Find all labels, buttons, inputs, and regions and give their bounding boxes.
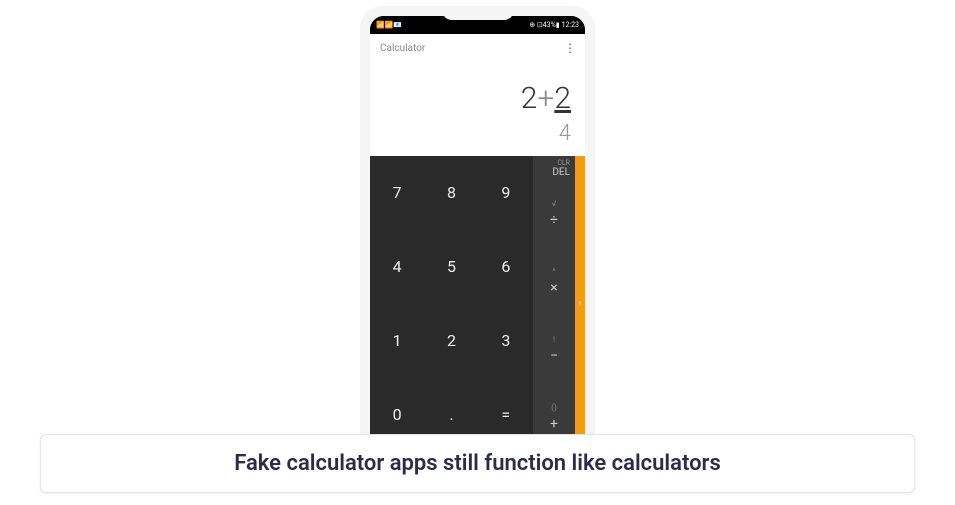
- key-divide[interactable]: √ ÷: [533, 180, 575, 248]
- operator-column: CLR DEL √ ÷ ^ × ! −: [533, 156, 575, 451]
- battery-icon: ⊕ ⊡43%▮: [529, 21, 559, 29]
- plus-icon: +: [550, 416, 558, 432]
- key-multiply[interactable]: ^ ×: [533, 248, 575, 316]
- del-button[interactable]: DEL: [552, 167, 570, 178]
- key-9[interactable]: 9: [479, 156, 533, 230]
- key-4[interactable]: 4: [370, 230, 424, 304]
- divide-icon: ÷: [550, 212, 558, 228]
- key-7[interactable]: 7: [370, 156, 424, 230]
- power-icon: ^: [552, 267, 555, 276]
- phone-screen: 📶📶📧 ⊕ ⊡43%▮ 12:23 Calculator ⋮ 2+2 4 7 8…: [370, 16, 585, 451]
- expr-operand-a: 2: [521, 81, 538, 116]
- sqrt-icon: √: [552, 199, 557, 208]
- key-3[interactable]: 3: [479, 304, 533, 378]
- key-2[interactable]: 2: [424, 304, 478, 378]
- key-1[interactable]: 1: [370, 304, 424, 378]
- factorial-icon: !: [553, 335, 555, 344]
- key-5[interactable]: 5: [424, 230, 478, 304]
- clr-label: CLR: [557, 159, 570, 167]
- phone-frame: 📶📶📧 ⊕ ⊡43%▮ 12:23 Calculator ⋮ 2+2 4 7 8…: [360, 6, 595, 461]
- result-text: 4: [384, 121, 571, 146]
- status-left: 📶📶📧: [376, 21, 402, 29]
- multiply-icon: ×: [550, 280, 557, 296]
- expr-operand-b: 2: [554, 81, 571, 116]
- clock-text: 12:23: [562, 21, 579, 29]
- expression-text: 2+2: [384, 82, 571, 115]
- phone-notch: [442, 6, 514, 20]
- parens-icon: (): [551, 403, 557, 412]
- minus-icon: −: [550, 348, 558, 364]
- key-subtract[interactable]: ! −: [533, 316, 575, 384]
- key-6[interactable]: 6: [479, 230, 533, 304]
- calculator-display: 2+2 4: [370, 62, 585, 156]
- status-right: ⊕ ⊡43%▮ 12:23: [529, 21, 579, 29]
- app-header: Calculator ⋮: [370, 34, 585, 62]
- app-title: Calculator: [380, 43, 425, 54]
- keypad: 7 8 9 4 5 6 1 2 3 0 . = CLR DEL: [370, 156, 585, 451]
- expr-operator: +: [537, 81, 554, 116]
- key-8[interactable]: 8: [424, 156, 478, 230]
- chevron-left-icon: ‹: [578, 298, 581, 309]
- menu-icon[interactable]: ⋮: [564, 41, 575, 55]
- caption-text: Fake calculator apps still function like…: [61, 451, 894, 476]
- signal-icon: 📶📶📧: [376, 21, 402, 29]
- advanced-drawer-button[interactable]: ‹: [575, 156, 585, 451]
- ops-header: CLR DEL: [533, 156, 575, 180]
- caption-box: Fake calculator apps still function like…: [40, 434, 915, 493]
- numeric-keypad: 7 8 9 4 5 6 1 2 3 0 . =: [370, 156, 533, 451]
